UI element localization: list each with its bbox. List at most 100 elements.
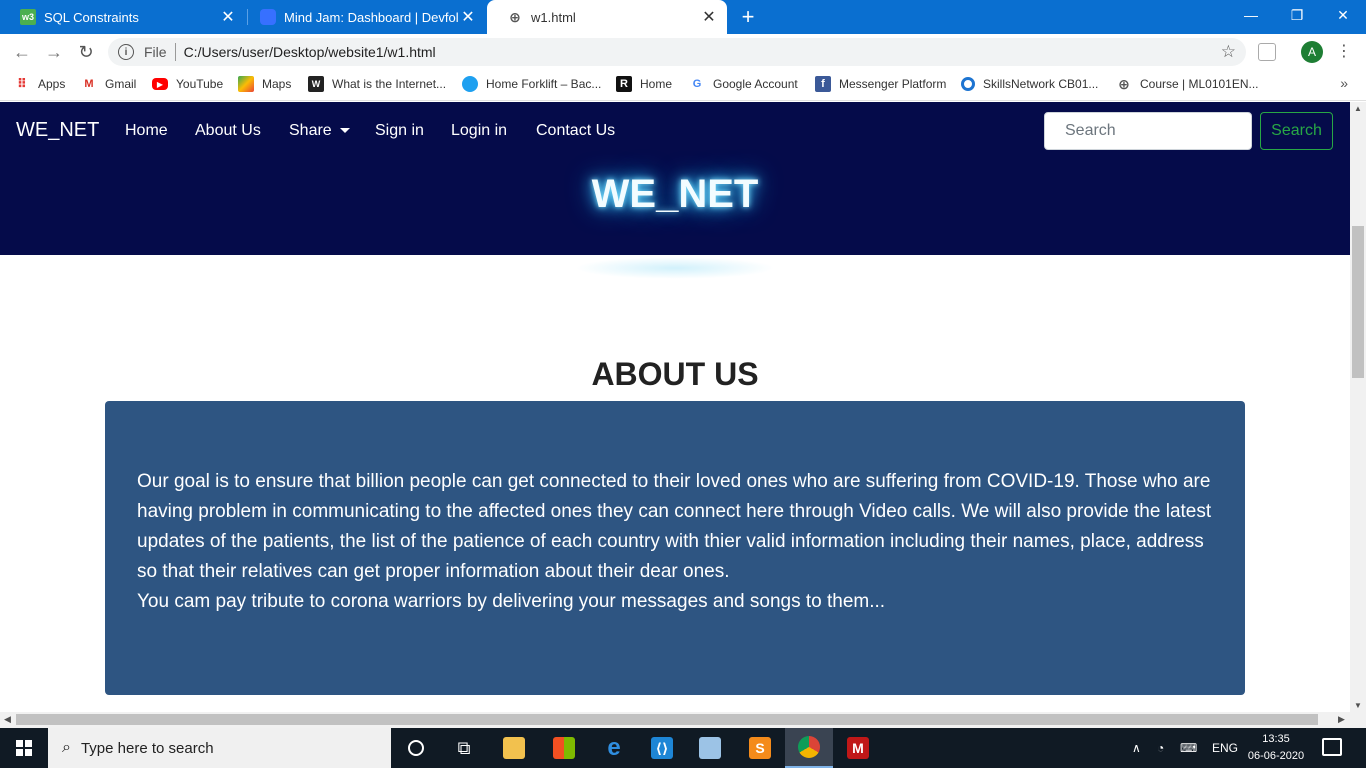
nav-share-label: Share	[289, 122, 332, 139]
browser-toolbar: ← → ↻ i File C:/Users/user/Desktop/websi…	[0, 34, 1366, 70]
bookmark-label: Home	[640, 77, 673, 91]
scroll-down-icon[interactable]: ▼	[1350, 701, 1366, 710]
action-center-icon[interactable]	[1322, 738, 1342, 756]
system-clock[interactable]: 13:35 06-06-2020	[1236, 731, 1316, 765]
windows-taskbar: ⌕ Type here to search ⧉ e ⟨⟩ S M ∧ ◔ ⌨ E…	[0, 728, 1366, 768]
bookmarks-overflow-icon[interactable]: »	[1340, 75, 1348, 91]
extension-icon[interactable]	[1258, 43, 1276, 61]
nav-login[interactable]: Login in	[451, 122, 507, 140]
gmail-icon: M	[84, 78, 94, 90]
forward-icon[interactable]: →	[43, 41, 65, 63]
vertical-scroll-thumb[interactable]	[1352, 226, 1364, 378]
scroll-up-icon[interactable]: ▲	[1350, 104, 1366, 113]
scroll-right-icon[interactable]: ▶	[1338, 714, 1345, 725]
bookmark-label: Course | ML0101EN...	[1140, 77, 1259, 91]
mcafee-icon[interactable]: M	[834, 728, 882, 768]
bookmark-gmail[interactable]: M Gmail	[81, 70, 136, 98]
address-url[interactable]: C:/Users/user/Desktop/website1/w1.html	[184, 44, 436, 60]
start-button[interactable]	[0, 728, 48, 768]
bookmark-label: YouTube	[176, 77, 224, 91]
edge-icon[interactable]: e	[590, 728, 638, 768]
nav-contact[interactable]: Contact Us	[536, 122, 615, 140]
scroll-left-icon[interactable]: ◀	[4, 714, 11, 725]
wifi-icon[interactable]: ◔	[1157, 728, 1164, 768]
bookmark-star-icon[interactable]: ☆	[1221, 42, 1236, 62]
address-scheme: File	[144, 44, 167, 60]
cloud-icon	[462, 76, 478, 92]
vertical-scrollbar[interactable]: ▲ ▼	[1350, 102, 1366, 712]
tab-title: SQL Constraints	[44, 9, 139, 25]
w-icon: W	[308, 76, 324, 92]
nav-signin[interactable]: Sign in	[375, 122, 424, 140]
bookmark-google-account[interactable]: G Google Account	[689, 70, 798, 98]
globe-icon: ⊕	[1118, 75, 1130, 92]
tab-mind-jam[interactable]: Mind Jam: Dashboard | Devfolio ✕	[240, 0, 486, 34]
bookmark-apps[interactable]: ⠿ Apps	[14, 70, 65, 98]
sublime-text-icon[interactable]: S	[736, 728, 784, 768]
reload-icon[interactable]: ↻	[75, 41, 97, 63]
bookmark-label: Google Account	[713, 77, 798, 91]
search-button[interactable]: Search	[1260, 112, 1333, 150]
bookmark-label: Gmail	[105, 77, 137, 91]
search-icon: ⌕	[62, 739, 71, 756]
bookmarks-bar: ⠿ Apps M Gmail ▶ YouTube Maps W What is …	[0, 70, 1366, 101]
bookmark-forklift[interactable]: Home Forklift – Bac...	[462, 70, 601, 98]
task-view-icon[interactable]: ⧉	[440, 728, 488, 768]
address-bar[interactable]: i File C:/Users/user/Desktop/website1/w1…	[108, 38, 1246, 66]
bookmark-label: Messenger Platform	[839, 77, 947, 91]
minimize-icon[interactable]: —	[1228, 0, 1274, 30]
bookmark-home[interactable]: R Home	[616, 70, 672, 98]
site-navbar: WE_NET Home About Us Share Sign in Login…	[0, 102, 1350, 159]
close-tab-icon[interactable]: ✕	[458, 7, 478, 27]
windows-logo-icon	[16, 740, 32, 756]
about-paragraph-2: You cam pay tribute to corona warriors b…	[137, 591, 886, 612]
file-explorer-icon[interactable]	[490, 728, 538, 768]
bookmark-youtube[interactable]: ▶ YouTube	[152, 70, 223, 98]
google-icon: G	[692, 78, 702, 90]
horizontal-scrollbar[interactable]: ◀ ▶	[0, 712, 1366, 728]
hero-banner: WE_NET	[0, 159, 1350, 255]
menu-kebab-icon[interactable]: ⋮	[1336, 41, 1352, 61]
bookmark-maps[interactable]: Maps	[238, 70, 291, 98]
bookmark-label: Maps	[262, 77, 292, 91]
back-icon[interactable]: ←	[11, 41, 33, 63]
tray-overflow-icon[interactable]: ∧	[1132, 728, 1141, 768]
bookmark-label: Apps	[38, 77, 66, 91]
horizontal-scroll-thumb[interactable]	[16, 714, 1318, 725]
bookmark-messenger[interactable]: f Messenger Platform	[815, 70, 946, 98]
hero-glow	[575, 257, 775, 279]
search-input[interactable]: Search	[1044, 112, 1252, 150]
nav-share-dropdown[interactable]: Share	[289, 122, 350, 140]
vscode-icon[interactable]: ⟨⟩	[638, 728, 686, 768]
address-divider	[174, 43, 176, 61]
site-brand[interactable]: WE_NET	[16, 119, 99, 142]
bookmark-skillsnetwork[interactable]: SkillsNetwork CB01...	[961, 70, 1098, 98]
restore-icon[interactable]: ❐	[1274, 0, 1320, 30]
new-tab-button[interactable]: +	[737, 0, 759, 34]
taskbar-search[interactable]: ⌕ Type here to search	[48, 728, 391, 768]
taskbar-search-placeholder: Type here to search	[80, 739, 214, 757]
keyboard-icon[interactable]: ⌨	[1180, 728, 1197, 768]
bookmark-course[interactable]: ⊕ Course | ML0101EN...	[1116, 70, 1259, 98]
language-indicator[interactable]: ENG	[1212, 728, 1238, 768]
chrome-taskbar-icon[interactable]	[785, 728, 833, 768]
close-tab-icon[interactable]: ✕	[218, 7, 238, 27]
tab-sql-constraints[interactable]: w3 SQL Constraints ✕	[0, 0, 246, 34]
nav-about[interactable]: About Us	[195, 122, 261, 140]
clock-time: 13:35	[1262, 733, 1290, 745]
close-tab-icon[interactable]: ✕	[699, 7, 719, 27]
tab-w1-html[interactable]: ⊕ w1.html ✕	[487, 0, 727, 34]
cortana-icon[interactable]	[392, 728, 440, 768]
apps-grid-icon: ⠿	[16, 76, 28, 91]
hero-title: WE_NET	[591, 172, 759, 216]
profile-avatar[interactable]: A	[1301, 41, 1323, 63]
bookmark-internet[interactable]: W What is the Internet...	[308, 70, 446, 98]
info-icon[interactable]: i	[118, 44, 134, 60]
store-icon[interactable]	[540, 728, 588, 768]
notes-app-icon[interactable]	[686, 728, 734, 768]
nav-home[interactable]: Home	[125, 122, 168, 140]
close-window-icon[interactable]: ✕	[1320, 0, 1366, 30]
devfolio-icon	[260, 9, 276, 25]
skillsnetwork-icon	[961, 77, 975, 91]
facebook-icon: f	[815, 76, 831, 92]
